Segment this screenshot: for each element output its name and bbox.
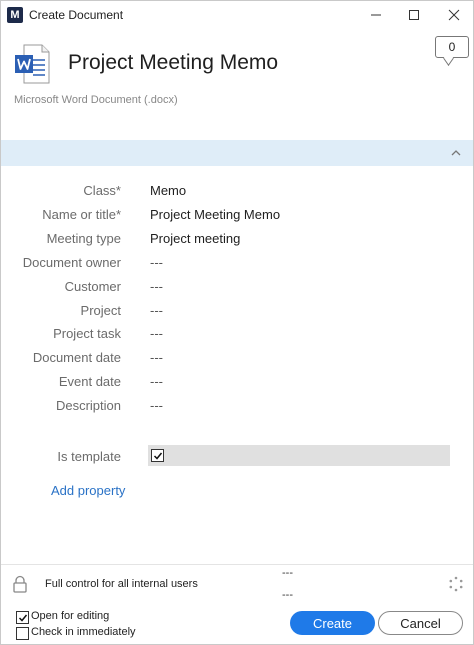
property-row-meeting-type: Meeting type Project meeting <box>1 228 473 250</box>
property-label: Name or title* <box>42 207 121 222</box>
checkmark-icon <box>153 452 162 460</box>
property-label: Project task <box>53 326 121 341</box>
metadata-band <box>1 140 473 166</box>
property-row-project-task: Project task --- <box>1 323 473 345</box>
word-document-icon <box>15 44 50 84</box>
chevron-up-icon[interactable] <box>449 146 463 160</box>
maximize-button[interactable] <box>401 5 427 25</box>
logo-letter: M <box>10 9 20 21</box>
check-in-immediately-checkbox[interactable] <box>16 627 29 640</box>
property-row-document-date: Document date --- <box>1 347 473 369</box>
property-label: Class* <box>83 183 121 198</box>
property-row-class: Class* Memo <box>1 180 473 202</box>
footer-divider <box>1 564 473 565</box>
workflow-value[interactable]: --- <box>282 567 293 579</box>
property-row-document-owner: Document owner --- <box>1 252 473 274</box>
comment-count: 0 <box>448 40 456 54</box>
property-value[interactable]: --- <box>150 398 163 413</box>
property-value[interactable]: --- <box>150 374 163 389</box>
property-value[interactable]: --- <box>150 326 163 341</box>
close-icon <box>448 9 460 21</box>
window-title: Create Document <box>29 8 124 22</box>
m-files-logo-icon: M <box>7 7 23 23</box>
document-type: Microsoft Word Document (.docx) <box>14 94 178 106</box>
workflow-state-value[interactable]: --- <box>282 589 293 601</box>
title-bar: M Create Document <box>1 1 473 29</box>
property-row-customer: Customer --- <box>1 276 473 298</box>
lock-icon[interactable] <box>12 575 28 593</box>
property-label: Event date <box>58 374 121 389</box>
permissions-text[interactable]: Full control for all internal users <box>45 578 198 590</box>
property-value[interactable]: --- <box>150 255 163 270</box>
open-for-editing-checkbox[interactable] <box>16 611 29 624</box>
minimize-button[interactable] <box>363 5 389 25</box>
add-property-link[interactable]: Add property <box>51 483 125 498</box>
create-button[interactable]: Create <box>290 611 375 635</box>
minimize-icon <box>371 14 381 16</box>
is-template-checkbox[interactable] <box>151 449 164 462</box>
property-label: Customer <box>64 279 121 294</box>
property-label: Document date <box>32 350 121 365</box>
open-for-editing-label: Open for editing <box>31 610 110 622</box>
property-value[interactable]: --- <box>150 303 163 318</box>
property-value[interactable]: --- <box>150 279 163 294</box>
property-label: Description <box>55 398 121 413</box>
property-row-project: Project --- <box>1 300 473 322</box>
create-document-window: M Create Document Project Meeting Memo 0… <box>0 0 474 645</box>
close-button[interactable] <box>441 5 467 25</box>
cancel-button[interactable]: Cancel <box>378 611 463 635</box>
property-row-event-date: Event date --- <box>1 371 473 393</box>
property-value[interactable]: Memo <box>150 183 186 198</box>
property-value[interactable]: Project Meeting Memo <box>150 207 280 222</box>
checkmark-icon <box>18 614 27 622</box>
property-row-description: Description --- <box>1 395 473 417</box>
property-value[interactable]: --- <box>150 350 163 365</box>
check-in-immediately-label: Check in immediately <box>31 626 136 638</box>
property-label: Project <box>80 303 121 318</box>
property-label: Is template <box>57 449 121 464</box>
document-title: Project Meeting Memo <box>68 51 279 74</box>
property-label: Meeting type <box>46 231 121 246</box>
property-value[interactable]: Project meeting <box>150 231 240 246</box>
is-template-field[interactable] <box>148 445 450 466</box>
maximize-icon <box>409 10 419 20</box>
refresh-icon[interactable] <box>448 576 464 592</box>
comments-button[interactable]: 0 <box>435 36 469 58</box>
property-label: Document owner <box>22 255 121 270</box>
property-row-name-or-title: Name or title* Project Meeting Memo <box>1 204 473 226</box>
